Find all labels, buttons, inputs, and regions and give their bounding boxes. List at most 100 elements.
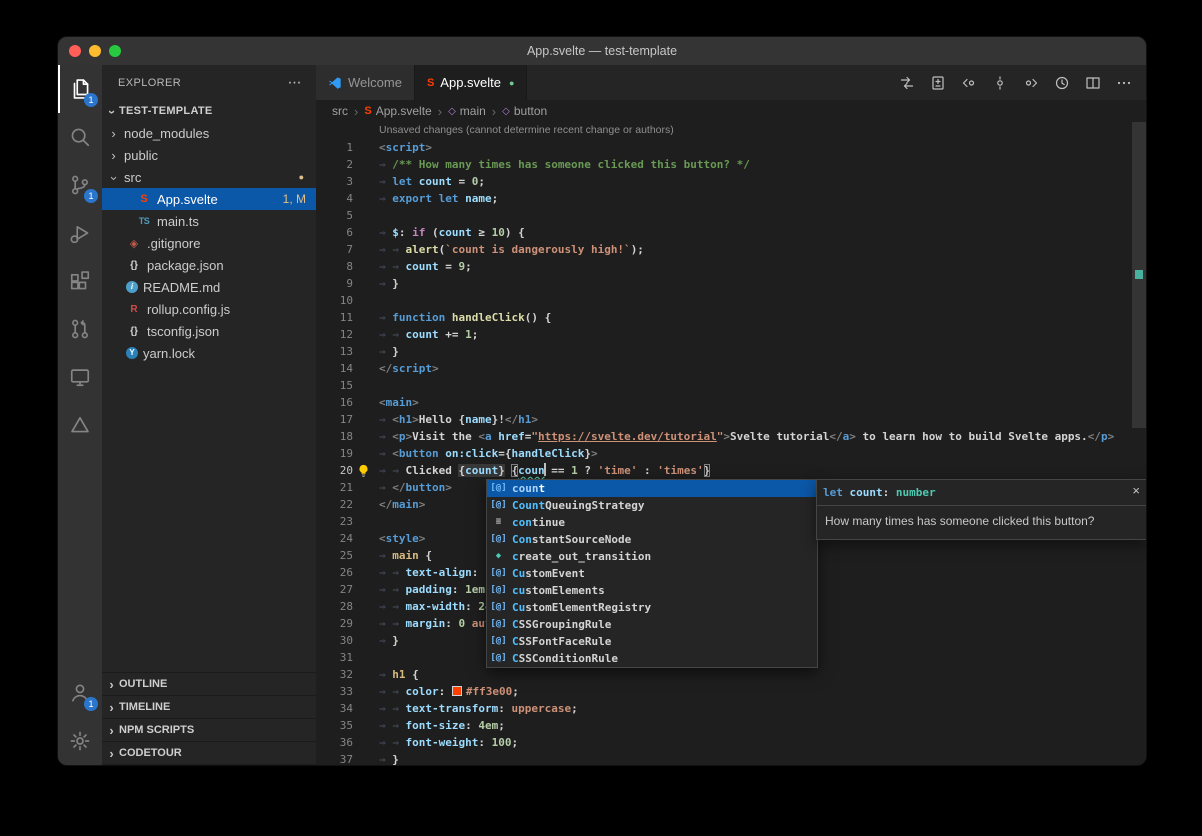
close-icon[interactable]: × <box>1132 484 1140 497</box>
code-line-4[interactable]: 4→ export let name; <box>316 190 1146 207</box>
activity-source-control[interactable]: 1 <box>58 161 102 209</box>
suggest-item-customevent[interactable]: [@]CustomEvent <box>487 565 817 582</box>
tree-item-rollup-config-js[interactable]: Rrollup.config.js <box>102 298 316 320</box>
close-button[interactable] <box>69 45 81 57</box>
tab-label: Welcome <box>348 75 402 90</box>
lightbulb-icon[interactable] <box>357 464 370 477</box>
suggest-item-cssfontfacerule[interactable]: [@]CSSFontFaceRule <box>487 633 817 650</box>
code-line-5[interactable]: 5 <box>316 207 1146 224</box>
breadcrumb-item-main[interactable]: ◇main <box>448 104 486 118</box>
code-line-1[interactable]: 1<script> <box>316 139 1146 156</box>
breadcrumb-item-app-svelte[interactable]: SApp.svelte <box>364 104 431 118</box>
line-number: 34 <box>316 700 353 717</box>
suggest-item-continue[interactable]: ≡continue <box>487 514 817 531</box>
activity-extensions[interactable] <box>58 257 102 305</box>
code-line-15[interactable]: 15 <box>316 377 1146 394</box>
code-editor[interactable]: Unsaved changes (cannot determine recent… <box>316 122 1146 765</box>
code-line-17[interactable]: 17→ <h1>Hello {name}!</h1> <box>316 411 1146 428</box>
suggest-item-customelementregistry[interactable]: [@]CustomElementRegistry <box>487 599 817 616</box>
tree-item-yarn-lock[interactable]: Yyarn.lock <box>102 342 316 364</box>
tree-item-label: public <box>124 148 158 163</box>
line-number: 22 <box>316 496 353 513</box>
code-line-33[interactable]: 33→ → color: #ff3e00; <box>316 683 1146 700</box>
activity-search[interactable] <box>58 113 102 161</box>
scrollbar[interactable] <box>1132 122 1146 765</box>
code-line-11[interactable]: 11→ function handleClick() { <box>316 309 1146 326</box>
more-actions-icon[interactable]: ⋯ <box>288 74 302 91</box>
code-line-20[interactable]: 20→ → Clicked {count} {coun == 1 ? 'time… <box>316 462 1146 479</box>
indent-guide: → → <box>379 719 406 732</box>
panel-label: NPM SCRIPTS <box>119 724 194 736</box>
code-line-34[interactable]: 34→ → text-transform: uppercase; <box>316 700 1146 717</box>
code-line-3[interactable]: 3→ let count = 0; <box>316 173 1146 190</box>
code-line-10[interactable]: 10 <box>316 292 1146 309</box>
breadcrumb-item-button[interactable]: ◇button <box>502 104 547 118</box>
annotate-icon[interactable] <box>992 75 1008 91</box>
line-number: 16 <box>316 394 353 411</box>
tree-item-src[interactable]: ›src● <box>102 166 316 188</box>
panel-npm-scripts[interactable]: ›NPM SCRIPTS <box>102 719 316 742</box>
section-test-template[interactable]: › TEST-TEMPLATE <box>102 100 316 122</box>
activity-explorer[interactable]: 1 <box>58 65 102 113</box>
code-line-12[interactable]: 12→ → count += 1; <box>316 326 1146 343</box>
maximize-button[interactable] <box>109 45 121 57</box>
tree-item-main-ts[interactable]: TSmain.ts <box>102 210 316 232</box>
tree-item-public[interactable]: ›public <box>102 144 316 166</box>
suggest-item-customelements[interactable]: [@]customElements <box>487 582 817 599</box>
suggest-item-constantsourcenode[interactable]: [@]ConstantSourceNode <box>487 531 817 548</box>
titlebar[interactable]: App.svelte — test-template <box>58 37 1146 65</box>
activity-settings[interactable] <box>58 717 102 765</box>
code-line-18[interactable]: 18→ <p>Visit the <a href="https://svelte… <box>316 428 1146 445</box>
suggest-item-cssconditionrule[interactable]: [@]CSSConditionRule <box>487 650 817 667</box>
code-line-16[interactable]: 16<main> <box>316 394 1146 411</box>
tab-app-svelte[interactable]: SApp.svelte● <box>415 65 527 100</box>
code-line-8[interactable]: 8→ → count = 9; <box>316 258 1146 275</box>
code-line-9[interactable]: 9→ } <box>316 275 1146 292</box>
panel-timeline[interactable]: ›TIMELINE <box>102 696 316 719</box>
triangle-icon <box>69 414 91 436</box>
panel-codetour[interactable]: ›CODETOUR <box>102 742 316 765</box>
code-line-37[interactable]: 37→ } <box>316 751 1146 765</box>
prev-change-icon[interactable] <box>961 75 977 91</box>
code-line-19[interactable]: 19→ <button on:click={handleClick}> <box>316 445 1146 462</box>
code-line-2[interactable]: 2→ /** How many times has someone clicke… <box>316 156 1146 173</box>
editor-group: WelcomeSApp.svelte● src›SApp.svelte›◇mai… <box>316 65 1146 765</box>
tree-item-node-modules[interactable]: ›node_modules <box>102 122 316 144</box>
tree-item-tsconfig-json[interactable]: {}tsconfig.json <box>102 320 316 342</box>
activity-remote-explorer[interactable] <box>58 353 102 401</box>
open-changes-icon[interactable] <box>930 75 946 91</box>
activity-azure[interactable] <box>58 401 102 449</box>
split-editor-icon[interactable] <box>1085 75 1101 91</box>
suggest-item-create_out_transition[interactable]: ◆create_out_transition <box>487 548 817 565</box>
tree-item-package-json[interactable]: {}package.json <box>102 254 316 276</box>
code-line-36[interactable]: 36→ → font-weight: 100; <box>316 734 1146 751</box>
activity-github-pull-requests[interactable] <box>58 305 102 353</box>
tab-welcome[interactable]: Welcome <box>316 65 415 100</box>
code-line-35[interactable]: 35→ → font-size: 4em; <box>316 717 1146 734</box>
code-line-32[interactable]: 32→ h1 { <box>316 666 1146 683</box>
codelens[interactable]: Unsaved changes (cannot determine recent… <box>316 122 1146 139</box>
panel-outline[interactable]: ›OUTLINE <box>102 673 316 696</box>
history-icon[interactable] <box>1054 75 1070 91</box>
activity-accounts[interactable]: 1 <box>58 669 102 717</box>
activity-run-debug[interactable] <box>58 209 102 257</box>
compare-icon[interactable] <box>899 75 915 91</box>
chevron-right-icon: › <box>438 104 442 119</box>
minimize-button[interactable] <box>89 45 101 57</box>
code-line-6[interactable]: 6→ $: if (count ≥ 10) { <box>316 224 1146 241</box>
tree-item-app-svelte[interactable]: SApp.svelte1, M <box>102 188 316 210</box>
next-change-icon[interactable] <box>1023 75 1039 91</box>
suggest-item-cssgroupingrule[interactable]: [@]CSSGroupingRule <box>487 616 817 633</box>
code-line-7[interactable]: 7→ → alert(`count is dangerously high!`)… <box>316 241 1146 258</box>
tree-item-readme-md[interactable]: iREADME.md <box>102 276 316 298</box>
tree-item--gitignore[interactable]: ◈.gitignore <box>102 232 316 254</box>
code-line-13[interactable]: 13→ } <box>316 343 1146 360</box>
suggest-item-countqueuingstrategy[interactable]: [@]CountQueuingStrategy <box>487 497 817 514</box>
suggest-item-count[interactable]: [@]count <box>487 480 817 497</box>
line-number: 33 <box>316 683 353 700</box>
code-line-14[interactable]: 14</script> <box>316 360 1146 377</box>
more-actions-icon[interactable] <box>1116 75 1132 91</box>
breadcrumb-item-src[interactable]: src <box>332 104 348 118</box>
file-icon-rollup: R <box>126 304 142 315</box>
symbol-var-icon: [@] <box>490 616 507 633</box>
